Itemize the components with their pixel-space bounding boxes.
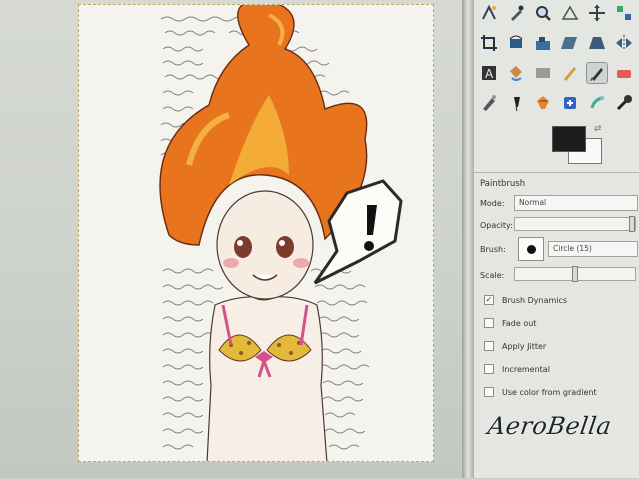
- crop-icon[interactable]: [478, 32, 500, 54]
- checkbox-label: Brush Dynamics: [502, 295, 568, 305]
- checkbox-label: Incremental: [502, 364, 550, 374]
- pencil-icon[interactable]: [559, 62, 581, 84]
- option-brush-dynamics[interactable]: ✓ Brush Dynamics: [484, 293, 567, 307]
- toolbox-dock: A ⇄ Paintbrush Mode: Normal Opacity: Bru…: [474, 0, 639, 478]
- option-fade-out[interactable]: Fade out: [484, 316, 536, 330]
- airbrush-icon[interactable]: [478, 92, 500, 114]
- heal-icon[interactable]: [559, 92, 581, 114]
- color-picker-icon[interactable]: [505, 2, 527, 24]
- tool-options-title: Paintbrush: [480, 179, 526, 189]
- scale-slider-thumb[interactable]: [572, 266, 578, 282]
- zoom-icon[interactable]: [532, 2, 554, 24]
- fuzzy-select-icon[interactable]: [478, 2, 500, 24]
- align-icon[interactable]: [613, 2, 635, 24]
- checkbox-label: Use color from gradient: [502, 387, 597, 397]
- color-selector: ⇄: [552, 124, 604, 166]
- measure-icon[interactable]: [559, 2, 581, 24]
- scale-icon[interactable]: [532, 32, 554, 54]
- perspective-icon[interactable]: [586, 32, 608, 54]
- dodge-icon[interactable]: [613, 92, 635, 114]
- brush-name-field[interactable]: Circle (15): [548, 241, 638, 257]
- checkbox[interactable]: [484, 341, 494, 351]
- checkbox-label: Apply Jitter: [502, 341, 547, 351]
- image-canvas[interactable]: [78, 4, 434, 462]
- mode-select[interactable]: Normal: [514, 195, 638, 211]
- shear-icon[interactable]: [559, 32, 581, 54]
- opacity-slider[interactable]: [514, 216, 636, 232]
- brush-circle-icon: [526, 244, 536, 254]
- opacity-slider-thumb[interactable]: [629, 216, 635, 232]
- ink-icon[interactable]: [505, 92, 527, 114]
- blend-icon[interactable]: [532, 62, 554, 84]
- checkbox[interactable]: ✓: [484, 295, 494, 305]
- smudge-icon[interactable]: [586, 92, 608, 114]
- checkbox-label: Fade out: [502, 318, 537, 328]
- scale-label: Scale:: [480, 271, 505, 280]
- option-apply-jitter[interactable]: Apply Jitter: [484, 339, 546, 353]
- clone-icon[interactable]: [532, 92, 554, 114]
- move-icon[interactable]: [586, 2, 608, 24]
- option-use-color-from-gradient[interactable]: Use color from gradient: [484, 385, 597, 399]
- swap-colors-icon[interactable]: ⇄: [594, 124, 602, 134]
- svg-text:A: A: [485, 67, 494, 81]
- character-face: [216, 190, 314, 300]
- brush-label: Brush:: [480, 245, 506, 254]
- mode-label: Mode:: [480, 199, 505, 208]
- foreground-color-swatch[interactable]: [552, 126, 586, 152]
- eraser-icon[interactable]: [613, 62, 635, 84]
- brush-preview-button[interactable]: [518, 237, 544, 261]
- rotate-icon[interactable]: [505, 32, 527, 54]
- bucket-fill-icon[interactable]: [505, 62, 527, 84]
- opacity-label: Opacity:: [480, 221, 513, 230]
- checkbox[interactable]: [484, 364, 494, 374]
- text-icon[interactable]: A: [478, 62, 500, 84]
- checkbox[interactable]: [484, 318, 494, 328]
- tool-grid: A: [478, 2, 638, 120]
- dock-divider[interactable]: [462, 0, 474, 478]
- watermark: AeroBella: [486, 412, 614, 440]
- flip-icon[interactable]: [613, 32, 635, 54]
- option-incremental[interactable]: Incremental: [484, 362, 550, 376]
- paintbrush-icon[interactable]: [586, 62, 608, 84]
- scale-slider[interactable]: [514, 266, 636, 282]
- checkbox[interactable]: [484, 387, 494, 397]
- image-workspace: [0, 0, 470, 478]
- artwork: [159, 5, 403, 461]
